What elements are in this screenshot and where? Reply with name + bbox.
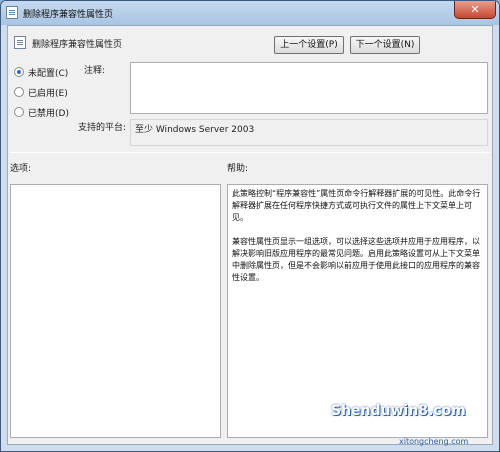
radio-button-icon[interactable] xyxy=(14,107,24,117)
next-setting-button[interactable]: 下一个设置(N) xyxy=(350,36,420,54)
dialog-body: 删除程序兼容性属性页 上一个设置(P) 下一个设置(N) 未配置(C) 已启用(… xyxy=(7,25,493,445)
divider xyxy=(10,152,490,153)
policy-icon xyxy=(6,6,18,19)
setting-title: 删除程序兼容性属性页 xyxy=(32,40,123,50)
watermark-url: xitongcheng.com xyxy=(399,437,469,446)
comment-label: 注释: xyxy=(84,66,106,76)
options-panel[interactable] xyxy=(10,184,221,438)
radio-label: 已禁用(D) xyxy=(28,109,69,119)
comment-textarea[interactable] xyxy=(130,62,488,114)
help-paragraph: 此策略控制“程序兼容性”属性页命令行解释器扩展的可见性。此命令行解释器扩展在任何… xyxy=(232,189,481,222)
title-bar[interactable]: 删除程序兼容性属性页 ✕ xyxy=(1,1,499,25)
help-panel[interactable]: 此策略控制“程序兼容性”属性页命令行解释器扩展的可见性。此命令行解释器扩展在任何… xyxy=(227,184,488,438)
options-label: 选项: xyxy=(10,164,32,174)
radio-label: 已启用(E) xyxy=(28,89,68,99)
radio-button-icon[interactable] xyxy=(14,87,24,97)
help-label: 帮助: xyxy=(227,164,249,174)
radio-button-icon[interactable] xyxy=(14,67,24,77)
window-title: 删除程序兼容性属性页 xyxy=(23,10,114,20)
policy-window: 删除程序兼容性属性页 ✕ 删除程序兼容性属性页 上一个设置(P) 下一个设置(N… xyxy=(0,0,500,452)
platform-label: 支持的平台: xyxy=(78,123,127,133)
close-button[interactable]: ✕ xyxy=(454,1,496,19)
watermark-logo: Shenduwin8.com xyxy=(331,403,466,419)
radio-label: 未配置(C) xyxy=(28,69,69,79)
previous-setting-button[interactable]: 上一个设置(P) xyxy=(274,36,344,54)
policy-icon xyxy=(14,36,26,49)
platform-field: 至少 Windows Server 2003 xyxy=(130,119,488,146)
help-paragraph: 兼容性属性页显示一组选项，可以选择这些选项并应用于应用程序，以解决影响旧版应用程… xyxy=(232,237,480,282)
